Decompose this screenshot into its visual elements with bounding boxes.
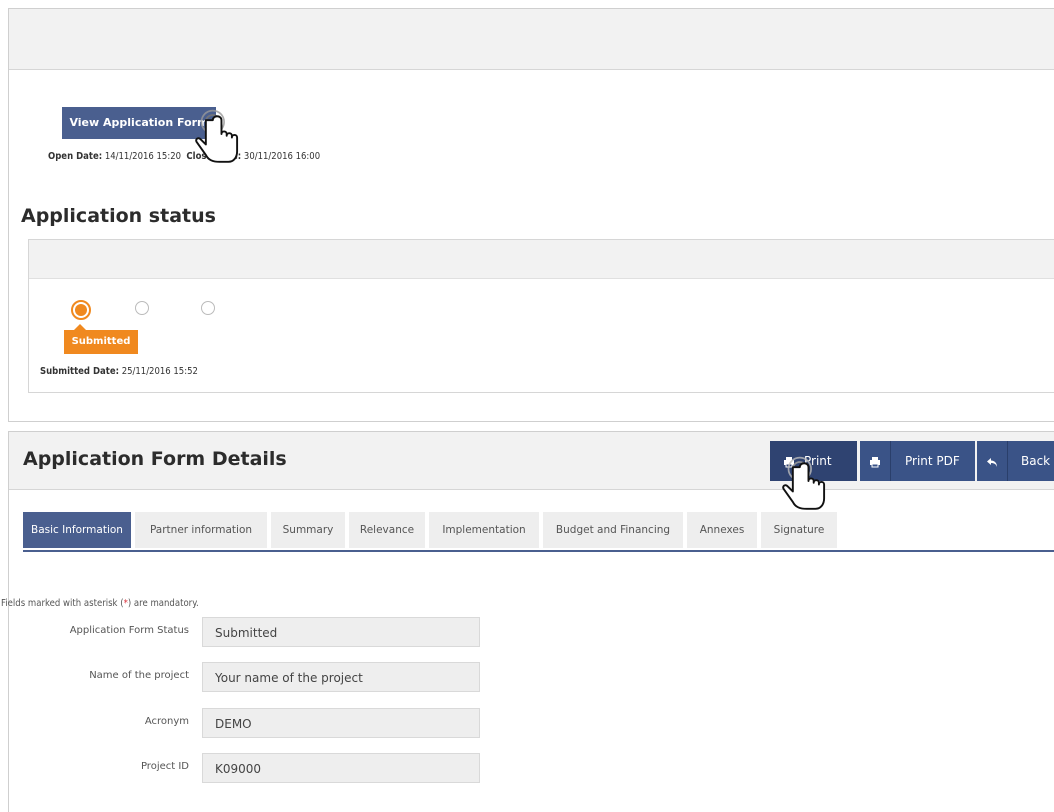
- mandatory-note-prefix: Fields marked with asterisk (: [1, 598, 124, 609]
- application-form-details-panel: Application Form Details Print Print PDF…: [1, 431, 1054, 812]
- status-box: Submitted Submitted Date: 25/11/2016 15:…: [28, 239, 1054, 393]
- mandatory-fields-note: Fields marked with asterisk (*) are mand…: [1, 598, 199, 609]
- printer-icon: [774, 441, 804, 481]
- undo-arrow-icon: [977, 441, 1008, 481]
- project-name-field[interactable]: Your name of the project: [202, 662, 480, 692]
- application-status-heading: Application status: [21, 205, 216, 227]
- tab-partner-information[interactable]: Partner information: [135, 512, 271, 548]
- tab-relevance[interactable]: Relevance: [349, 512, 429, 548]
- print-button[interactable]: Print: [770, 441, 857, 481]
- print-label: Print: [804, 454, 832, 468]
- field-label-project-id: Project ID: [140, 761, 189, 772]
- submitted-date-label: Submitted Date:: [40, 366, 119, 377]
- open-date-value: 14/11/2016 15:20: [104, 151, 182, 162]
- tab-summary[interactable]: Summary: [271, 512, 349, 548]
- project-id-field[interactable]: K09000: [202, 753, 480, 783]
- page-title: Application Form Details: [23, 448, 287, 470]
- print-pdf-label: Print PDF: [905, 454, 960, 468]
- call-dates: Open Date: 14/11/2016 15:20 Close Date: …: [48, 151, 320, 162]
- view-application-form-button[interactable]: View Application Form: [62, 107, 216, 139]
- open-date-label: Open Date:: [48, 151, 103, 162]
- print-pdf-button[interactable]: Print PDF: [860, 441, 975, 481]
- mandatory-note-suffix: ) are mandatory.: [127, 598, 199, 609]
- submitted-date-value: 25/11/2016 15:52: [121, 366, 198, 377]
- tab-budget-and-financing[interactable]: Budget and Financing: [543, 512, 687, 548]
- details-header: Application Form Details Print Print PDF…: [9, 432, 1054, 490]
- top-bar: [9, 9, 1054, 70]
- call-info-panel: View Application Form Open Date: 14/11/2…: [8, 8, 1054, 422]
- tab-annexes[interactable]: Annexes: [687, 512, 761, 548]
- form-tabs: Basic Information Partner information Su…: [23, 512, 1054, 552]
- submitted-date: Submitted Date: 25/11/2016 15:52: [40, 366, 198, 377]
- field-label-name-of-project: Name of the project: [89, 670, 189, 681]
- close-date-value: 30/11/2016 16:00: [243, 151, 321, 162]
- acronym-field[interactable]: DEMO: [202, 708, 480, 738]
- field-label-acronym: Acronym: [144, 716, 189, 727]
- printer-icon: [860, 441, 891, 481]
- status-step-submitted: [71, 300, 91, 320]
- tab-basic-information[interactable]: Basic Information: [23, 512, 135, 548]
- status-step-3: [201, 301, 215, 315]
- back-button[interactable]: Back: [977, 441, 1054, 481]
- submitted-status-badge: Submitted: [64, 324, 138, 354]
- tab-signature[interactable]: Signature: [761, 512, 841, 548]
- status-step-2: [135, 301, 149, 315]
- back-label: Back: [1021, 454, 1051, 468]
- field-label-application-form-status: Application Form Status: [69, 625, 189, 636]
- status-box-header: [29, 240, 1054, 279]
- application-form-status-field[interactable]: Submitted: [202, 617, 480, 647]
- tab-implementation[interactable]: Implementation: [429, 512, 543, 548]
- close-date-label: Close Date:: [186, 151, 242, 162]
